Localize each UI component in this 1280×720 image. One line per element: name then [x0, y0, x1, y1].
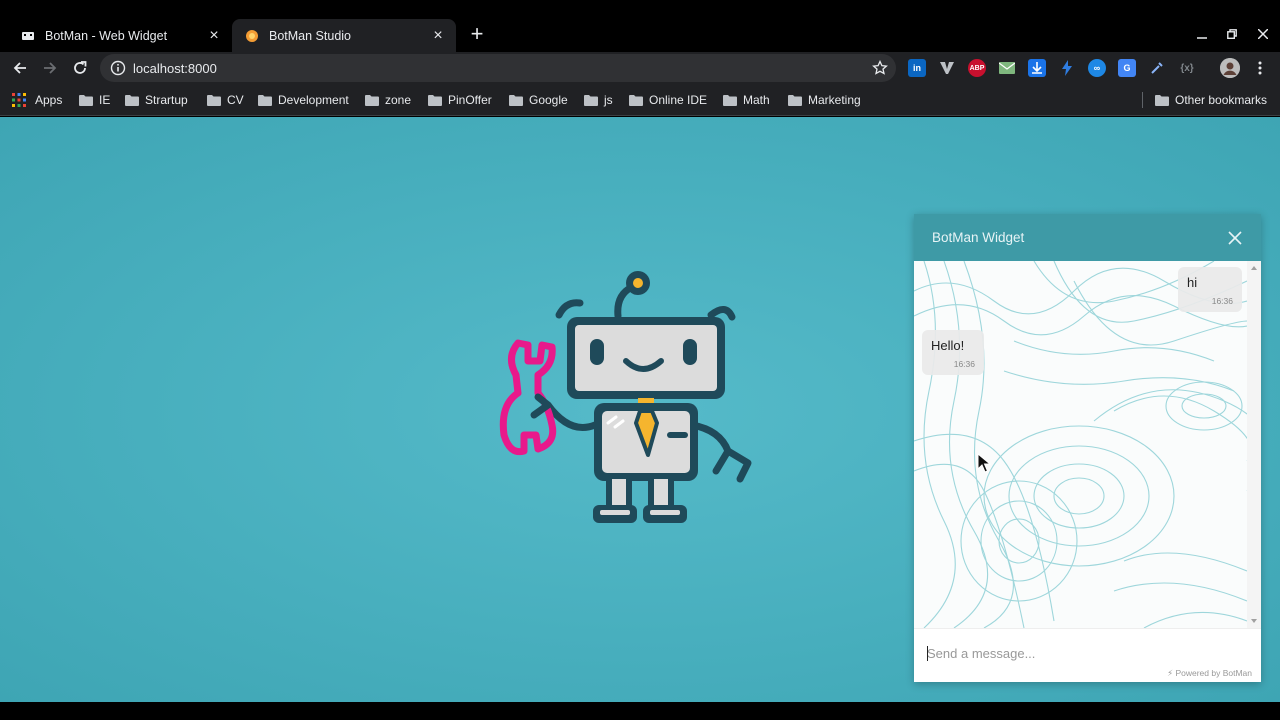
powered-by-label: ⚡ Powered by BotMan — [1167, 668, 1252, 678]
url-text: localhost:8000 — [133, 60, 217, 76]
bolt-extension-icon[interactable] — [1058, 59, 1076, 77]
bookmark-label: IE — [99, 93, 111, 107]
new-tab-button[interactable]: + — [466, 23, 488, 46]
folder-icon — [629, 94, 643, 106]
infinity-extension-icon[interactable]: ∞ — [1088, 59, 1106, 77]
folder-icon — [258, 94, 272, 106]
bookmark-label: Marketing — [808, 93, 861, 107]
tab-strip: BotMan - Web Widget × BotMan Studio × + — [0, 0, 1280, 52]
chat-widget-title: BotMan Widget — [932, 230, 1025, 245]
bookmark-folder-development[interactable]: Development — [258, 91, 349, 109]
bookmark-label: Math — [743, 93, 770, 107]
bookmark-label: CV — [227, 93, 244, 107]
bookmark-label: Google — [529, 93, 568, 107]
bookmarks-divider — [1142, 92, 1143, 108]
widget-favicon-icon — [20, 28, 36, 44]
forward-icon[interactable] — [38, 56, 62, 80]
text-caret — [927, 646, 928, 661]
chat-messages-area[interactable]: hi 16:36 Hello! 16:36 — [914, 261, 1261, 628]
close-icon[interactable] — [1227, 230, 1243, 246]
bookmark-folder-zone[interactable]: zone — [365, 91, 411, 109]
folder-icon — [365, 94, 379, 106]
bookmark-folder-online-ide[interactable]: Online IDE — [629, 91, 707, 109]
botman-robot-illustration — [499, 271, 752, 523]
bookmark-label: Apps — [35, 93, 63, 107]
code-extension-icon[interactable]: {x} — [1178, 59, 1196, 77]
mail-extension-icon[interactable] — [998, 59, 1016, 77]
bookmark-folder-marketing[interactable]: Marketing — [788, 91, 861, 109]
tab-botman-studio[interactable]: BotMan Studio × — [232, 19, 456, 52]
bookmark-folder-math[interactable]: Math — [723, 91, 770, 109]
address-bar[interactable]: localhost:8000 — [100, 54, 896, 82]
tab-title: BotMan - Web Widget — [45, 28, 168, 43]
profile-avatar-icon[interactable] — [1220, 58, 1240, 78]
browser-toolbar: localhost:8000 in ABP ∞ G {x} — [0, 52, 1280, 84]
message-text: hi — [1187, 275, 1198, 290]
bottom-edge — [0, 702, 1280, 720]
tab-title: BotMan Studio — [269, 28, 351, 43]
minimize-icon[interactable] — [1190, 22, 1214, 46]
eyedropper-extension-icon[interactable] — [1148, 59, 1166, 77]
bookmark-folder-ie[interactable]: IE — [79, 91, 110, 109]
folder-icon — [125, 94, 139, 106]
user-message-bubble: hi 16:36 — [1178, 267, 1242, 312]
folder-icon — [79, 94, 93, 106]
bookmark-folder-js[interactable]: js — [584, 91, 613, 109]
reload-icon[interactable] — [68, 56, 92, 80]
bookmark-label: Strartup — [145, 93, 188, 107]
scroll-up-icon[interactable] — [1251, 266, 1257, 270]
tab-botman-web-widget[interactable]: BotMan - Web Widget × — [0, 19, 232, 52]
message-text: Hello! — [931, 338, 965, 353]
close-window-icon[interactable] — [1251, 22, 1275, 46]
bookmark-label: js — [604, 93, 613, 107]
folder-icon — [509, 94, 523, 106]
bookmark-folder-google[interactable]: Google — [509, 91, 568, 109]
apps-grid-icon — [12, 93, 26, 107]
folder-icon — [584, 94, 598, 106]
bookmark-folder-pinoffer[interactable]: PinOffer — [428, 91, 492, 109]
bookmark-folder-cv[interactable]: CV — [207, 91, 244, 109]
site-info-icon[interactable] — [110, 60, 126, 76]
bookmark-label: PinOffer — [448, 93, 492, 107]
folder-icon — [723, 94, 737, 106]
bookmark-star-icon[interactable] — [868, 56, 892, 80]
bot-message-bubble: Hello! 16:36 — [922, 330, 984, 375]
linkedin-extension-icon[interactable]: in — [908, 59, 926, 77]
download-extension-icon[interactable] — [1028, 59, 1046, 77]
folder-icon — [428, 94, 442, 106]
bookmark-apps[interactable]: Apps — [12, 91, 62, 109]
botman-favicon-icon — [244, 28, 260, 44]
menu-kebab-icon[interactable] — [1251, 59, 1269, 77]
close-tab-icon[interactable]: × — [206, 27, 222, 44]
close-tab-icon[interactable]: × — [430, 27, 446, 44]
message-time: 16:36 — [953, 359, 975, 369]
chat-widget: BotMan Widget hi 16:36 Hello! 16:36 Send… — [914, 214, 1261, 682]
bookmark-label: Online IDE — [649, 93, 708, 107]
folder-icon — [1155, 94, 1169, 106]
bookmark-label: Other bookmarks — [1175, 93, 1268, 107]
folder-icon — [788, 94, 802, 106]
bookmarks-bar: Apps IE Strartup CV Development zone Pin… — [0, 84, 1280, 116]
bookmark-label: Development — [278, 93, 349, 107]
message-time: 16:36 — [1211, 296, 1233, 306]
mouse-cursor-icon — [977, 453, 991, 473]
message-input[interactable] — [927, 642, 1227, 664]
vimium-extension-icon[interactable] — [938, 59, 956, 77]
bookmark-folder-strartup[interactable]: Strartup — [125, 91, 188, 109]
folder-icon — [207, 94, 221, 106]
bookmark-label: zone — [385, 93, 412, 107]
scroll-down-icon[interactable] — [1251, 619, 1257, 623]
bookmark-other-bookmarks[interactable]: Other bookmarks — [1155, 91, 1267, 109]
translate-extension-icon[interactable]: G — [1118, 59, 1136, 77]
chat-input-area: ⚡ Powered by BotMan — [914, 628, 1261, 682]
topographic-background — [914, 261, 1247, 628]
restore-icon[interactable] — [1220, 22, 1244, 46]
adblock-extension-icon[interactable]: ABP — [968, 59, 986, 77]
back-icon[interactable] — [8, 56, 32, 80]
chat-scrollbar[interactable] — [1247, 261, 1261, 628]
page-content: BotMan Widget hi 16:36 Hello! 16:36 Send… — [0, 117, 1280, 702]
chat-widget-header[interactable]: BotMan Widget — [914, 214, 1261, 261]
